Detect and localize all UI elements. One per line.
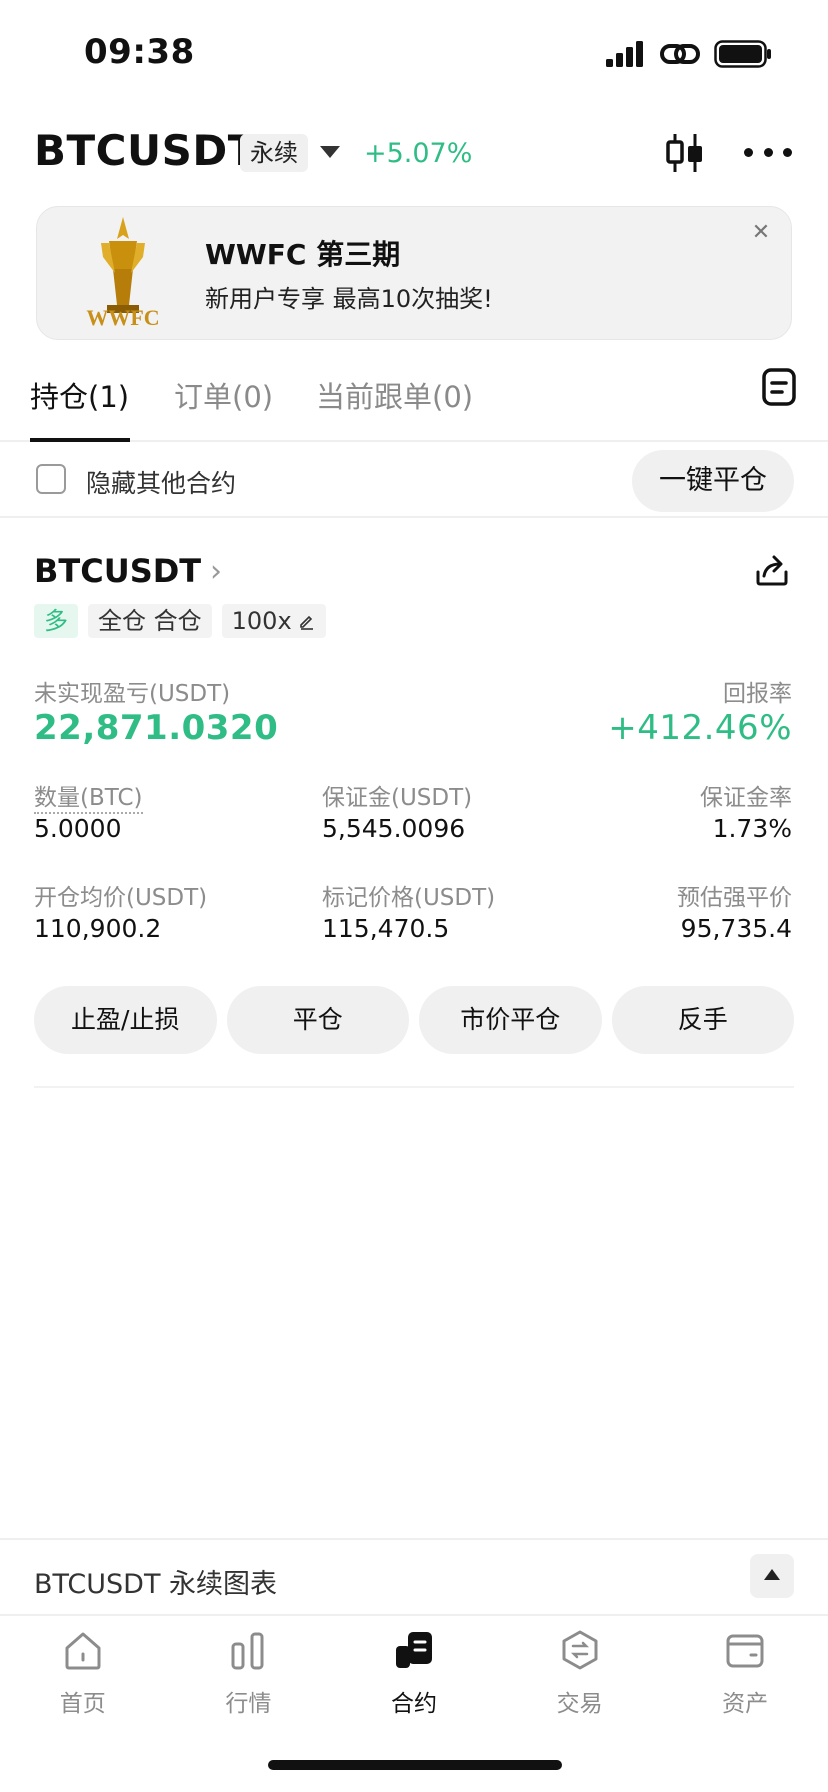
chart-bar[interactable]: BTCUSDT 永续图表: [0, 1538, 828, 1616]
market-close-button[interactable]: 市价平仓: [419, 986, 602, 1054]
tab-copy-trades[interactable]: 当前跟单(0): [316, 374, 473, 416]
battery-icon: [714, 40, 771, 68]
tabbar-label-futures: 合约: [390, 1691, 437, 1717]
more-icon[interactable]: [744, 134, 792, 170]
price-change: +5.07%: [364, 138, 473, 169]
tabbar-item-futures[interactable]: 合约: [331, 1618, 497, 1728]
home-icon: [65, 1632, 101, 1670]
entry-price-label: 开仓均价(USDT): [34, 885, 208, 911]
trade-icon: [562, 1630, 598, 1670]
signal-icon: [606, 41, 643, 67]
status-bar: 09:38: [0, 0, 828, 100]
status-icons: [606, 40, 772, 68]
entry-price-value: 110,900.2: [34, 914, 162, 943]
leverage-value: 100x: [231, 607, 292, 635]
tabbar-label-market: 行情: [225, 1691, 272, 1717]
filter-row: 隐藏其他合约 一键平仓: [0, 446, 828, 518]
hide-other-contracts-label[interactable]: 隐藏其他合约: [86, 464, 236, 500]
tabbar-item-home[interactable]: 首页: [0, 1618, 166, 1728]
tabbar-label-home: 首页: [59, 1691, 106, 1717]
close-icon[interactable]: ✕: [749, 221, 773, 245]
order-history-icon[interactable]: [762, 368, 796, 406]
tab-orders[interactable]: 订单(0): [174, 374, 273, 416]
hide-other-contracts-checkbox[interactable]: [36, 464, 66, 494]
reverse-position-button[interactable]: 反手: [611, 986, 794, 1054]
close-all-button[interactable]: 一键平仓: [632, 450, 794, 512]
tab-positions[interactable]: 持仓(1): [30, 374, 129, 416]
promo-banner[interactable]: WWFC WWFC 第三期 新用户专享 最高10次抽奖! ✕: [36, 206, 792, 340]
mark-price-value: 115,470.5: [322, 914, 450, 943]
tabbar-label-assets: 资产: [722, 1691, 769, 1717]
market-icon: [231, 1632, 264, 1670]
leverage-badge[interactable]: 100x: [221, 604, 326, 638]
dropdown-icon[interactable]: [320, 146, 340, 158]
header: BTCUSDT 永续 +5.07%: [0, 118, 828, 188]
mark-price-label: 标记价格(USDT): [322, 885, 496, 911]
liquidation-price-value: 95,735.4: [680, 914, 792, 943]
status-time: 09:38: [84, 32, 195, 72]
wwfc-trophy-logo: WWFC: [86, 217, 160, 330]
margin-ratio-value: 1.73%: [712, 814, 792, 843]
unrealized-pnl-label: 未实现盈亏(USDT): [34, 681, 231, 707]
margin-label: 保证金(USDT): [322, 785, 473, 811]
contract-tag[interactable]: 永续: [240, 134, 308, 172]
position-badges: 多 全仓 合仓 100x: [34, 604, 326, 638]
share-icon[interactable]: [754, 552, 790, 588]
position-actions: 止盈/止损 平仓 市价平仓 反手: [34, 986, 794, 1054]
position-tabs: 持仓(1) 订单(0) 当前跟单(0): [0, 360, 828, 442]
unrealized-pnl-value: 22,871.0320: [34, 708, 279, 748]
close-position-button[interactable]: 平仓: [226, 986, 409, 1054]
roe-label: 回报率: [723, 681, 792, 707]
chart-bar-label: BTCUSDT 永续图表: [34, 1569, 278, 1600]
margin-value: 5,545.0096: [322, 814, 466, 843]
candlestick-chart-icon[interactable]: [664, 130, 706, 176]
wallet-icon: [726, 1634, 764, 1668]
side-badge: 多: [34, 604, 78, 638]
edit-icon: [299, 615, 313, 630]
bottom-tab-bar: 首页 行情 合约 交易 资产: [0, 1618, 828, 1728]
symbol-title[interactable]: BTCUSDT: [34, 126, 257, 175]
tabbar-label-trade: 交易: [556, 1691, 603, 1717]
chevron-right-icon[interactable]: ›: [210, 554, 222, 589]
tabbar-item-assets[interactable]: 资产: [662, 1618, 828, 1728]
card-divider: [34, 1086, 794, 1088]
futures-icon: [395, 1632, 432, 1668]
chevron-up-icon[interactable]: [750, 1554, 794, 1598]
tp-sl-button[interactable]: 止盈/止损: [34, 986, 217, 1054]
quantity-value: 5.0000: [34, 814, 122, 843]
quantity-label[interactable]: 数量(BTC): [34, 778, 143, 814]
position-symbol[interactable]: BTCUSDT: [34, 552, 201, 590]
tabbar-item-market[interactable]: 行情: [166, 1618, 332, 1728]
banner-title: WWFC 第三期: [205, 238, 401, 271]
liquidation-price-label: 预估强平价: [677, 885, 792, 911]
home-indicator[interactable]: [268, 1760, 562, 1770]
tabbar-item-trade[interactable]: 交易: [497, 1618, 663, 1728]
roe-value: +412.46%: [608, 708, 792, 748]
wwfc-logo-text: WWFC: [86, 305, 159, 330]
link-icon: [660, 44, 700, 64]
margin-ratio-label: 保证金率: [700, 785, 792, 811]
margin-mode-badge: 全仓 合仓: [88, 604, 212, 638]
active-tab-indicator: [30, 438, 130, 442]
banner-subtitle: 新用户专享 最高10次抽奖!: [205, 285, 493, 313]
